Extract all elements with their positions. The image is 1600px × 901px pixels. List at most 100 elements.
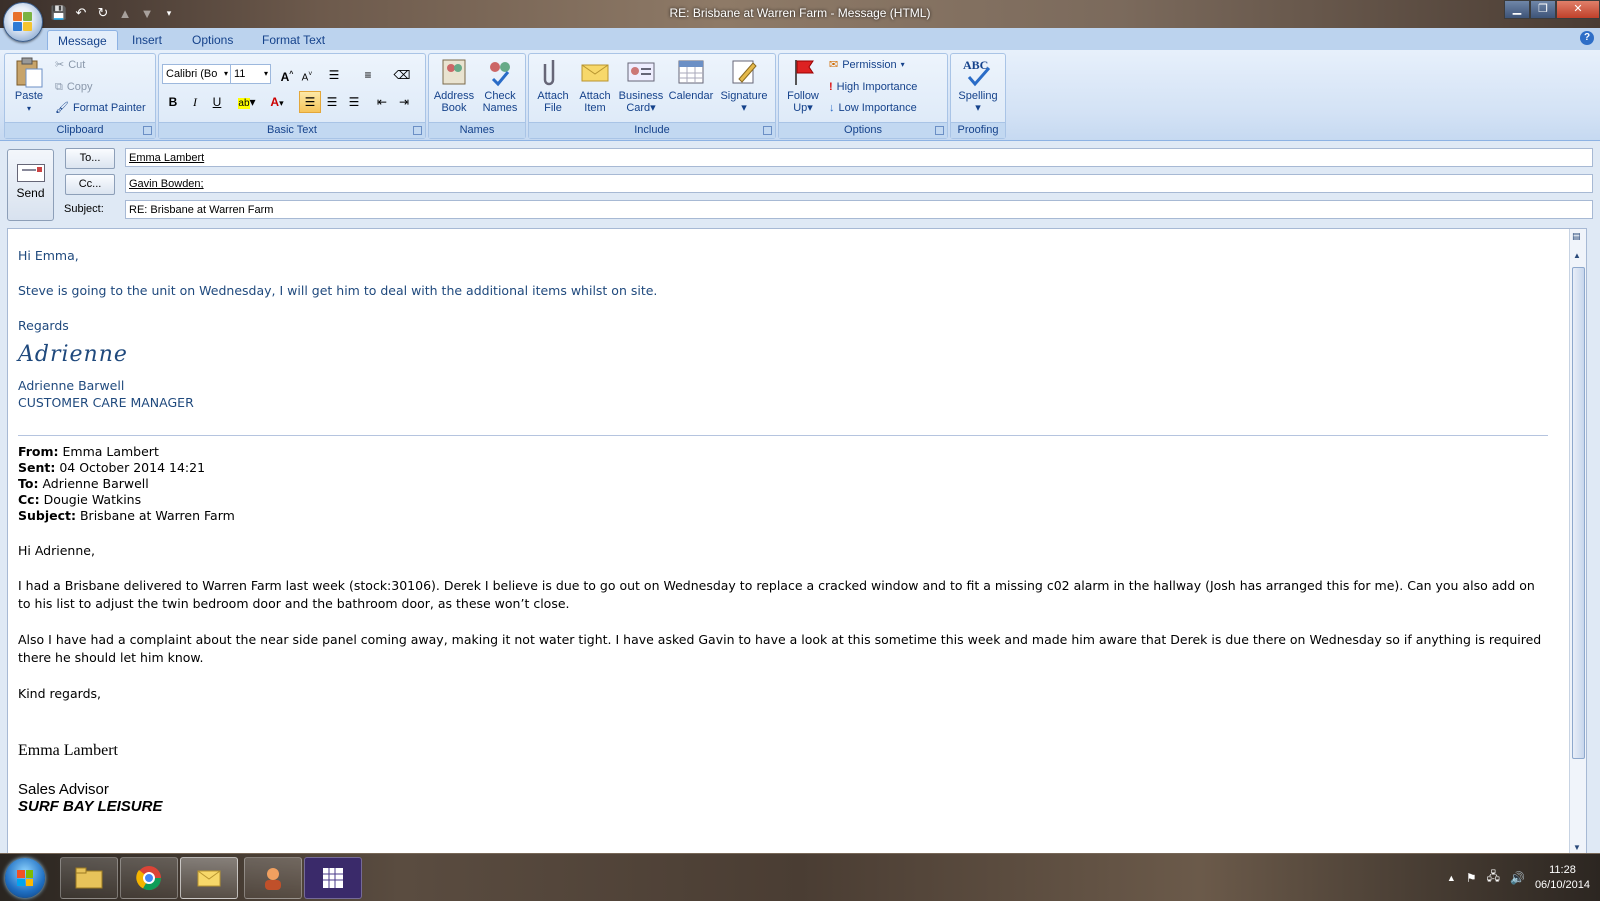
format-painter-button[interactable]: 🖌 Format Painter [55,99,146,117]
chevron-down-icon: ▾ [263,69,268,78]
font-color-icon[interactable]: A▾ [263,91,291,113]
align-left-icon[interactable]: ☰ [299,91,321,113]
cc-recipient[interactable]: Gavin Bowden; [129,178,204,190]
options-group: Follow Up▾ ✉ Permission ▾ ! High Importance… [778,53,948,139]
paste-button[interactable]: Paste ▾ [9,57,49,115]
clock[interactable]: 11:28 06/10/2014 [1535,863,1590,893]
tab-format-text[interactable]: Format Text [252,30,335,50]
close-button[interactable]: ✕ [1556,0,1600,19]
tab-insert[interactable]: Insert [122,30,172,50]
font-name-combo[interactable]: Calibri (Bo ▾ [162,64,231,84]
decrease-indent-icon[interactable]: ⇤ [371,91,393,113]
to-button[interactable]: To... [65,148,115,169]
check-names-button[interactable]: Check Names [479,57,521,114]
cc-button[interactable]: Cc... [65,174,115,195]
envelope-icon [580,57,610,87]
calendar-button[interactable]: Calendar [667,57,715,102]
subject-field[interactable]: RE: Brisbane at Warren Farm [125,200,1593,219]
scissors-icon: ✂ [55,59,65,71]
low-importance-button[interactable]: ↓ Low Importance [829,99,917,117]
shrink-font-button[interactable]: A˅ [296,64,318,86]
scroll-up-icon[interactable]: ▲ [1573,251,1581,260]
from-label: From: [18,444,59,459]
send-label: Send [16,186,45,200]
clipboard-group-label: Clipboard [5,122,155,138]
cc-field[interactable]: Gavin Bowden; [125,174,1593,193]
network-icon[interactable]: 🖧 [1487,867,1500,888]
send-icon [16,164,45,182]
message-content: Hi Emma, Steve is going to the unit on W… [18,247,1548,815]
vertical-scrollbar[interactable]: ▤ ▲ ▼ [1569,229,1586,854]
permission-button[interactable]: ✉ Permission ▾ [829,56,905,74]
orig-to-value: Adrienne Barwell [42,476,149,491]
sent-label: Sent: [18,460,56,475]
sent-value: 04 October 2014 14:21 [59,460,206,475]
signature-button[interactable]: Signature ▾ [717,57,771,114]
underline-button[interactable]: U [206,91,228,113]
options-launcher-icon[interactable] [935,126,944,135]
address-book-button[interactable]: Address Book [433,57,475,114]
follow-up-button[interactable]: Follow Up▾ [783,57,823,114]
attach-item-label-2: Item [584,102,606,114]
minimize-button[interactable]: ▁ [1504,0,1530,19]
scrollbar-thumb[interactable] [1572,267,1585,759]
numbering-icon[interactable]: ≡ [357,64,379,86]
chevron-down-icon: ▾ [223,69,228,78]
attach-item-button[interactable]: Attach Item [575,57,615,114]
check-names-label-2: Names [482,102,518,114]
check-names-label-1: Check [484,90,516,102]
clear-formatting-icon[interactable]: ⌫ [391,64,413,86]
brush-icon: 🖌 [55,102,69,114]
explorer-taskbar-icon[interactable] [60,857,118,899]
include-launcher-icon[interactable] [763,126,772,135]
reply-line-1: Steve is going to the unit on Wednesday,… [18,283,658,298]
align-center-icon[interactable]: ☰ [321,91,343,113]
attach-file-button[interactable]: Attach File [533,57,573,114]
show-hidden-icons-icon[interactable]: ▲ [1447,873,1456,883]
font-size-value: 11 [234,68,246,80]
increase-indent-icon[interactable]: ⇥ [393,91,415,113]
to-field[interactable]: Emma Lambert [125,148,1593,167]
cut-button[interactable]: ✂ Cut [55,56,85,74]
high-importance-button[interactable]: ! High Importance [829,78,917,96]
cut-label: Cut [68,59,86,71]
clipboard-launcher-icon[interactable] [143,126,152,135]
tab-message[interactable]: Message [47,30,118,51]
subject-label: Subject: [64,203,104,215]
ruler-toggle-icon[interactable]: ▤ [1572,231,1581,242]
to-recipient[interactable]: Emma Lambert [129,152,204,164]
orig-subject-value: Brisbane at Warren Farm [79,508,235,523]
business-card-button[interactable]: Business Card▾ [617,57,665,114]
maximize-button[interactable]: ❐ [1530,0,1556,19]
names-group-label: Names [429,122,525,138]
start-button[interactable] [5,858,45,898]
chrome-taskbar-icon[interactable] [120,857,178,899]
volume-icon[interactable]: 🔊 [1510,871,1525,885]
bullets-icon[interactable]: ☰ [323,64,345,86]
send-button[interactable]: Send [7,149,54,221]
tab-options[interactable]: Options [182,30,243,50]
basic-text-launcher-icon[interactable] [413,126,422,135]
highlight-icon[interactable]: ab▾ [233,91,261,113]
office-button[interactable] [3,2,43,42]
bold-button[interactable]: B [162,91,184,113]
help-icon[interactable]: ? [1580,31,1594,45]
italic-button[interactable]: I [184,91,206,113]
outlook-taskbar-icon[interactable] [180,857,238,899]
office-logo-icon [13,12,33,32]
font-size-combo[interactable]: 11 ▾ [230,64,271,84]
attach-file-label-2: File [544,102,562,114]
reply-role: CUSTOMER CARE MANAGER [18,395,194,410]
calendar-app-taskbar-icon[interactable] [304,857,362,899]
contacts-taskbar-icon[interactable] [244,857,302,899]
message-body[interactable]: Hi Emma, Steve is going to the unit on W… [7,228,1587,855]
copy-button[interactable]: ⧉ Copy [55,78,93,96]
business-card-label-1: Business [618,90,664,102]
action-center-flag-icon[interactable]: ⚑ [1466,871,1477,885]
align-right-icon[interactable]: ☰ [343,91,365,113]
grow-font-button[interactable]: A^ [276,64,298,86]
taskbar: ▲ ⚑ 🖧 🔊 11:28 06/10/2014 [0,853,1600,901]
spelling-button[interactable]: ABC Spelling ▾ [953,57,1003,114]
scroll-down-icon[interactable]: ▼ [1573,843,1581,852]
permission-label: Permission [842,59,897,71]
